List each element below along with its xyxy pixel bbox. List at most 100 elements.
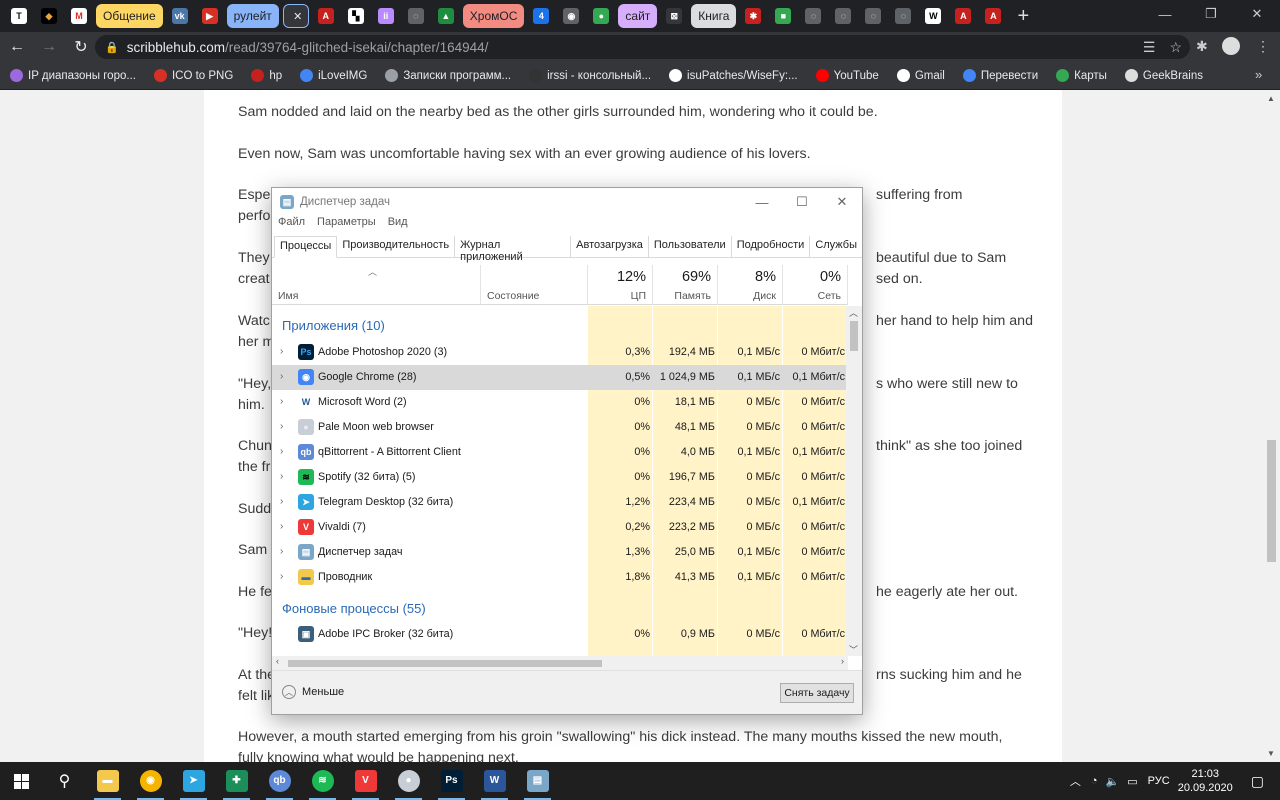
col-cpu[interactable]: 12% ЦП <box>588 265 653 305</box>
tab-28[interactable]: A <box>980 4 1006 28</box>
tab-1[interactable]: ◆ <box>36 4 62 28</box>
close-icon[interactable]: ✕ <box>1234 0 1280 28</box>
tab-processes[interactable]: Процессы <box>274 236 338 258</box>
taskbar-vivaldi[interactable]: V <box>344 762 387 800</box>
taskbar-explorer[interactable]: ▬ <box>86 762 129 800</box>
extensions-icon[interactable]: ✱ <box>1196 38 1208 55</box>
network-icon[interactable]: ◔ <box>1091 775 1098 787</box>
avatar[interactable] <box>1222 37 1240 55</box>
taskbar-spotify[interactable]: ≋ <box>301 762 344 800</box>
bookmark-7[interactable]: YouTube <box>815 69 879 82</box>
tab-close-icon[interactable]: ✕ <box>293 10 302 23</box>
tray-chevron-icon[interactable]: ︿ <box>1070 773 1081 789</box>
tab-12[interactable]: ▲ <box>433 4 459 28</box>
menu-kebab-icon[interactable]: ⋮ <box>1256 38 1270 55</box>
tab-users[interactable]: Пользователи <box>649 236 732 257</box>
process-row[interactable]: › ◉ Google Chrome (28) 0,5% 1 024,9 МБ 0,1 МБ… <box>272 365 848 390</box>
tab-group-6[interactable]: рулейт <box>226 4 279 28</box>
tm-maximize-icon[interactable]: ☐ <box>782 188 822 216</box>
tm-minimize-icon[interactable]: — <box>742 188 782 216</box>
tab-9[interactable]: ▚ <box>343 4 369 28</box>
chevron-right-icon[interactable]: › <box>280 571 283 582</box>
bookmark-9[interactable]: Перевести <box>962 69 1038 82</box>
chevron-right-icon[interactable]: › <box>280 521 283 532</box>
scrollbar-thumb[interactable] <box>1267 440 1276 562</box>
tab-4[interactable]: vk <box>167 4 193 28</box>
tab-8[interactable]: A <box>313 4 339 28</box>
volume-icon[interactable]: 🔈 <box>1106 775 1120 788</box>
bookmark-1[interactable]: ICO to PNG <box>153 69 233 82</box>
battery-icon[interactable]: ▭ <box>1127 775 1137 788</box>
taskbar-qbittorrent[interactable]: qb <box>258 762 301 800</box>
taskbar-photoshop[interactable]: Ps <box>430 762 473 800</box>
tab-group-13[interactable]: ХромОС <box>462 4 525 28</box>
process-row[interactable]: › ▤ Диспетчер задач 1,3% 25,0 МБ 0,1 МБ/с 0 Мб… <box>272 540 848 565</box>
reader-mode-icon[interactable]: ☰ <box>1143 39 1156 56</box>
scroll-down-icon[interactable]: ﹀ <box>849 643 858 656</box>
tab-24[interactable]: ◌ <box>860 4 886 28</box>
taskbar-palemoon[interactable]: ● <box>387 762 430 800</box>
col-net[interactable]: 0% Сеть <box>783 265 848 305</box>
tm-vscrollbar[interactable]: ︿ ﹀ <box>846 306 862 656</box>
col-status[interactable]: Состояние <box>481 265 588 305</box>
tab-startup[interactable]: Автозагрузка <box>571 236 649 257</box>
chevron-right-icon[interactable]: › <box>280 346 283 357</box>
page-scrollbar[interactable]: ▲ ▼ <box>1263 90 1280 762</box>
tab-10[interactable]: ii <box>373 4 399 28</box>
chevron-right-icon[interactable]: › <box>280 371 283 382</box>
bookmark-6[interactable]: isuPatches/WiseFy:... <box>669 69 798 82</box>
tab-performance[interactable]: Производительность <box>337 236 456 257</box>
tab-5[interactable]: ▶ <box>197 4 223 28</box>
tab-26[interactable]: W <box>920 4 946 28</box>
section-background[interactable]: Фоновые процессы (55) <box>282 601 426 616</box>
taskbar-word[interactable]: W <box>473 762 516 800</box>
tab-app-history[interactable]: Журнал приложений <box>455 236 572 263</box>
col-name[interactable]: ︿ Имя <box>272 265 481 305</box>
forward-icon[interactable]: → <box>34 33 64 61</box>
fewer-details-button[interactable]: ︿ Меньше <box>282 685 344 699</box>
process-row[interactable]: › qb qBittorrent - A Bittorrent Client 0% 4,… <box>272 440 848 465</box>
tm-vscroll-thumb[interactable] <box>850 321 858 351</box>
chevron-right-icon[interactable]: › <box>280 396 283 407</box>
chevron-right-icon[interactable]: › <box>280 496 283 507</box>
tab-25[interactable]: ◌ <box>890 4 916 28</box>
minimize-icon[interactable]: — <box>1142 0 1188 28</box>
tm-close-icon[interactable]: ✕ <box>822 188 862 216</box>
tm-hscroll-thumb[interactable] <box>288 660 602 667</box>
tab-14[interactable]: 4 <box>528 4 554 28</box>
taskbar-telegram[interactable]: ➤ <box>172 762 215 800</box>
bookmark-star-icon[interactable]: ☆ <box>1169 39 1182 56</box>
bookmark-5[interactable]: irssi - консольный... <box>529 69 651 82</box>
tm-hscrollbar[interactable]: ‹ › <box>272 656 848 670</box>
chevron-right-icon[interactable]: › <box>280 421 283 432</box>
process-row[interactable]: ▣ Adobe IPC Broker (32 бита) 0% 0,9 МБ 0 МБ/… <box>272 622 848 647</box>
tab-11[interactable]: ◌ <box>403 4 429 28</box>
chevron-right-icon[interactable]: › <box>280 446 283 457</box>
section-apps[interactable]: Приложения (10) <box>282 318 385 333</box>
scroll-right-icon[interactable]: › <box>841 656 844 666</box>
process-row[interactable]: › Ps Adobe Photoshop 2020 (3) 0,3% 192,4 МБ 0… <box>272 340 848 365</box>
taskbar-chrome-canary[interactable]: ◉ <box>129 762 172 800</box>
scroll-up-icon[interactable]: ︿ <box>849 306 858 319</box>
back-icon[interactable]: ← <box>2 33 32 61</box>
end-task-button[interactable]: Снять задачу <box>780 683 854 703</box>
new-tab-button[interactable]: + <box>1010 4 1036 28</box>
tab-details[interactable]: Подробности <box>732 236 811 257</box>
bookmark-2[interactable]: hp <box>251 69 282 82</box>
address-bar[interactable]: 🔒 scribblehub.com/read/39764-glitched-is… <box>95 35 1190 59</box>
scroll-left-icon[interactable]: ‹ <box>276 656 279 666</box>
process-row[interactable]: › ➤ Telegram Desktop (32 бита) 1,2% 223,4 МБ… <box>272 490 848 515</box>
search-button[interactable]: ⚲ <box>43 762 86 800</box>
menu-file[interactable]: Файл <box>278 216 305 234</box>
col-disk[interactable]: 8% Диск <box>718 265 783 305</box>
tab-0[interactable]: T <box>6 4 32 28</box>
restore-icon[interactable]: ❐ <box>1188 0 1234 28</box>
bookmark-8[interactable]: Gmail <box>896 69 945 82</box>
tab-2[interactable]: M <box>66 4 92 28</box>
tab-services[interactable]: Службы <box>810 236 862 257</box>
tab-7[interactable]: ×✕ <box>282 4 309 28</box>
bookmark-0[interactable]: IP диапазоны горо... <box>10 69 136 82</box>
process-row[interactable]: › ≋ Spotify (32 бита) (5) 0% 196,7 МБ 0 МБ/с 0… <box>272 465 848 490</box>
reload-icon[interactable]: ↻ <box>66 33 96 61</box>
tab-group-19[interactable]: Книга <box>691 4 737 28</box>
